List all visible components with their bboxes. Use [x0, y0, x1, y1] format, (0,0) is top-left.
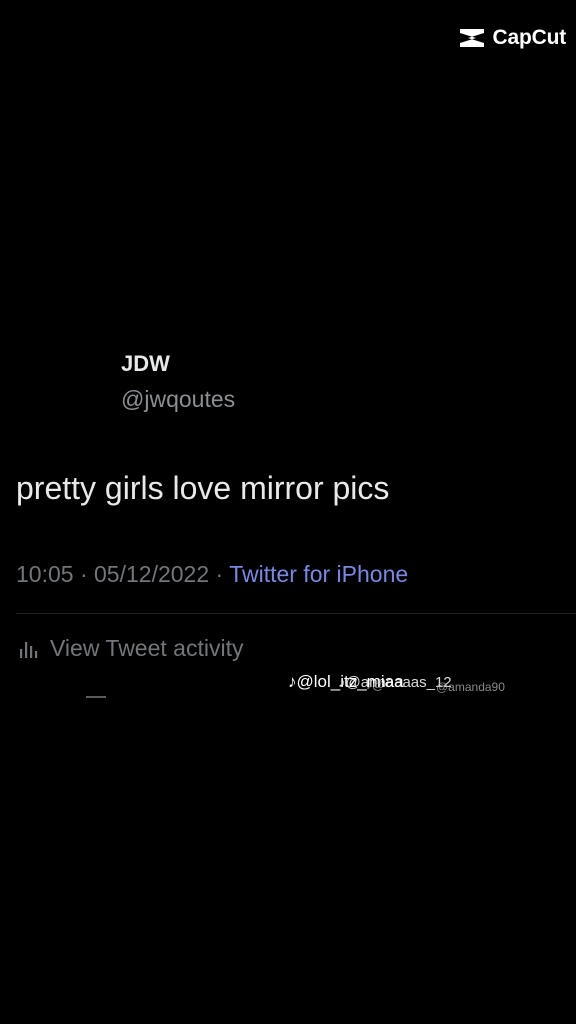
meta-separator: · [79, 561, 88, 587]
tweet-time: 10:05 [16, 561, 74, 587]
author-name[interactable]: JDW [121, 351, 170, 377]
tiktok-watermarks: ♪@lol_itz_miaa ♪@annaaaas_12 ♪@ @amanda9… [288, 670, 528, 700]
capcut-brand-label: CapCut [492, 26, 567, 49]
tweet-source-link[interactable]: Twitter for iPhone [229, 561, 408, 587]
tiktok-watermark: @amanda90 [436, 680, 505, 694]
divider [16, 613, 576, 614]
tweet-meta: 10:05 · 05/12/2022 · Twitter for iPhone [16, 561, 408, 588]
capcut-logo-icon [457, 26, 487, 50]
view-tweet-activity-button[interactable]: View Tweet activity [18, 635, 243, 662]
tiktok-watermark: ♪@annaaaas_12 [338, 674, 452, 691]
bar-chart-icon [18, 638, 40, 660]
tiktok-watermark: ♪@ [366, 678, 385, 692]
view-tweet-activity-label: View Tweet activity [50, 635, 244, 661]
tweet-date: 05/12/2022 [94, 561, 210, 587]
author-handle[interactable]: @jwqoutes [121, 386, 235, 413]
meta-separator: · [215, 561, 224, 587]
partial-divider [86, 696, 106, 698]
capcut-watermark: CapCut [457, 26, 566, 50]
tweet-text: pretty girls love mirror pics [16, 470, 390, 506]
